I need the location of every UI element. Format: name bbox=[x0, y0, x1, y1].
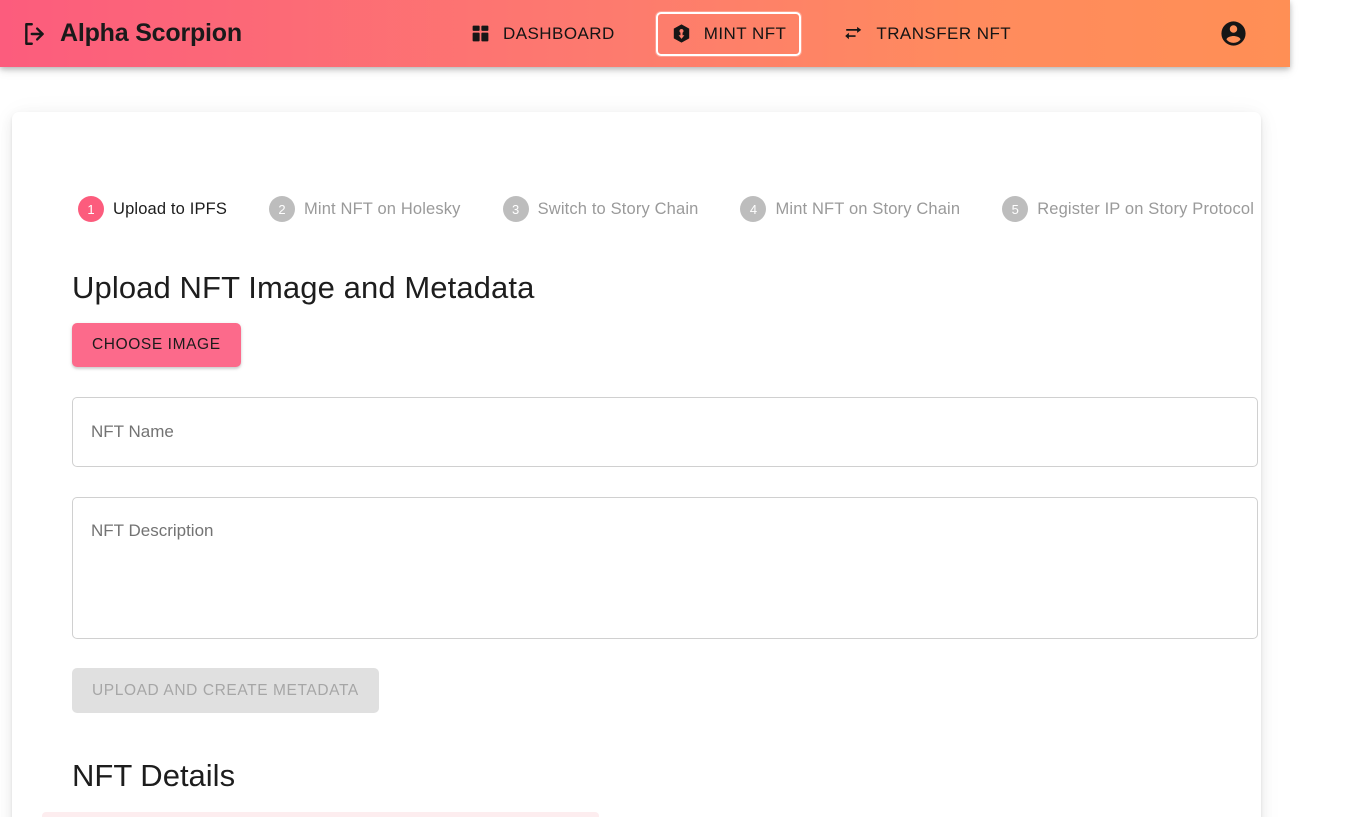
upload-and-create-metadata-button[interactable]: UPLOAD AND CREATE METADATA bbox=[72, 667, 379, 713]
logout-arrow-icon bbox=[22, 21, 48, 47]
step-label: Mint NFT on Holesky bbox=[304, 199, 461, 218]
card-content: 1 Upload to IPFS 2 Mint NFT on Holesky 3… bbox=[42, 142, 1258, 817]
nav-transfer-nft-label: TRANSFER NFT bbox=[876, 23, 1012, 43]
step-number: 1 bbox=[78, 196, 104, 222]
account-circle-icon[interactable] bbox=[1216, 17, 1250, 51]
step-upload-to-ipfs[interactable]: 1 Upload to IPFS bbox=[72, 195, 227, 223]
nav-transfer-nft[interactable]: TRANSFER NFT bbox=[827, 12, 1026, 56]
step-label: Register IP on Story Protocol bbox=[1037, 199, 1255, 218]
step-switch-to-story-chain[interactable]: 3 Switch to Story Chain bbox=[497, 195, 699, 223]
app-header: Alpha Scorpion DASHBOARD MINT NFT TRANSF… bbox=[0, 0, 1290, 67]
nav-dashboard-label: DASHBOARD bbox=[503, 23, 615, 43]
alert-banner-partial bbox=[42, 812, 599, 817]
nft-details-title: NFT Details bbox=[72, 758, 236, 793]
upload-section-title: Upload NFT Image and Metadata bbox=[72, 270, 535, 305]
app-root: Alpha Scorpion DASHBOARD MINT NFT TRANSF… bbox=[0, 0, 1370, 817]
choose-image-button[interactable]: CHOOSE IMAGE bbox=[72, 323, 241, 367]
brand-logo[interactable]: Alpha Scorpion bbox=[22, 19, 242, 48]
step-number: 5 bbox=[1002, 196, 1029, 222]
step-label: Switch to Story Chain bbox=[537, 199, 699, 218]
swap-horizontal-arrows-icon bbox=[842, 23, 864, 45]
nft-name-input[interactable] bbox=[72, 396, 1258, 467]
nav-mint-nft-label: MINT NFT bbox=[703, 23, 787, 43]
step-number: 4 bbox=[740, 196, 767, 222]
step-label: Upload to IPFS bbox=[113, 199, 227, 218]
nft-description-input[interactable] bbox=[72, 496, 1258, 639]
nav-dashboard[interactable]: DASHBOARD bbox=[455, 12, 630, 56]
step-mint-nft-on-holesky[interactable]: 2 Mint NFT on Holesky bbox=[263, 195, 461, 223]
mint-nft-card: 1 Upload to IPFS 2 Mint NFT on Holesky 3… bbox=[12, 112, 1261, 817]
step-label: Mint NFT on Story Chain bbox=[775, 199, 961, 218]
step-number: 3 bbox=[502, 196, 529, 222]
cube-token-icon bbox=[671, 23, 692, 44]
main-nav: DASHBOARD MINT NFT TRANSFER NFT bbox=[455, 0, 1026, 67]
step-number: 2 bbox=[269, 196, 295, 222]
brand-title: Alpha Scorpion bbox=[60, 19, 242, 47]
step-register-ip-on-story-protocol[interactable]: 5 Register IP on Story Protocol bbox=[996, 195, 1254, 223]
dashboard-grid-icon bbox=[470, 23, 491, 44]
mint-stepper: 1 Upload to IPFS 2 Mint NFT on Holesky 3… bbox=[72, 195, 1254, 223]
nav-mint-nft[interactable]: MINT NFT bbox=[655, 11, 802, 56]
step-mint-nft-on-story-chain[interactable]: 4 Mint NFT on Story Chain bbox=[734, 195, 960, 223]
